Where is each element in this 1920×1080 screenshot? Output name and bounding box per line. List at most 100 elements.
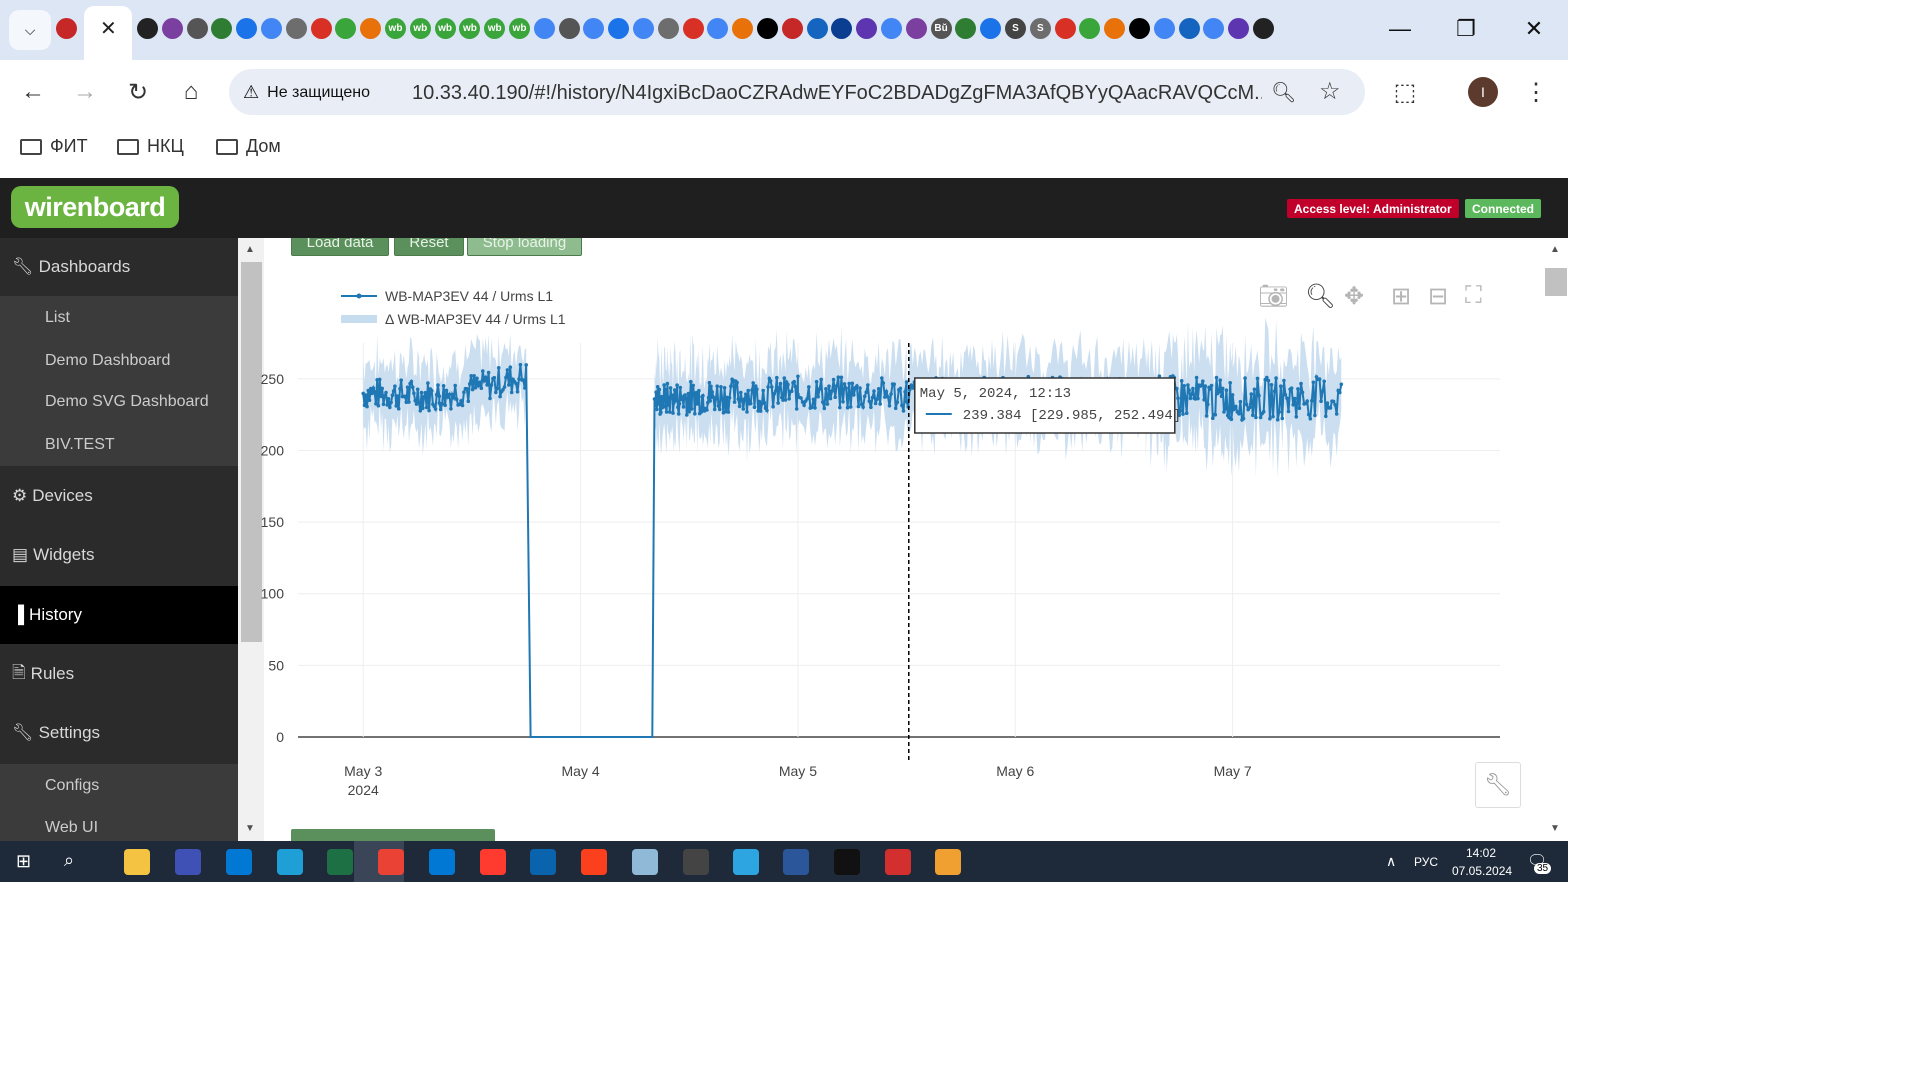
language-indicator[interactable]: РУС <box>1414 855 1438 869</box>
bookmark-folder-dom[interactable]: Дом <box>216 136 281 157</box>
tab-circle-icon[interactable] <box>186 18 208 39</box>
tab-close-icon[interactable] <box>137 18 158 39</box>
bookmark-star-icon[interactable]: ☆ <box>1319 77 1341 106</box>
bookmark-folder-nkc[interactable]: НКЦ <box>117 136 184 157</box>
reload-icon[interactable]: ↻ <box>122 76 154 108</box>
tab-cube-icon[interactable] <box>1178 18 1200 39</box>
windows-start-icon[interactable]: ⊞ <box>16 851 31 872</box>
tab-circle-icon[interactable] <box>757 18 778 39</box>
tab-aa-icon[interactable] <box>285 18 307 39</box>
tab-circle-icon[interactable] <box>335 18 357 39</box>
yandex-browser-icon[interactable] <box>480 849 506 875</box>
tab-plus-icon[interactable] <box>236 18 258 39</box>
profile-avatar[interactable]: I <box>1468 77 1498 107</box>
tab-favicon[interactable]: wb <box>484 18 506 39</box>
back-icon[interactable]: ← <box>17 76 49 108</box>
tab-book-icon[interactable] <box>856 18 878 39</box>
scrollbar-thumb[interactable] <box>1545 268 1567 296</box>
tab-favicon[interactable]: S <box>1005 18 1026 39</box>
tab-circle-icon[interactable] <box>657 18 679 39</box>
acrobat-icon[interactable] <box>885 849 911 875</box>
zoom-icon[interactable]: 🔍︎ <box>1271 80 1296 105</box>
tab-favicon[interactable]: S <box>1029 18 1051 39</box>
paint-icon[interactable] <box>935 849 961 875</box>
tab-circle-icon[interactable] <box>682 18 704 39</box>
raspberry-icon[interactable] <box>56 18 77 39</box>
tab-zotero-icon[interactable] <box>831 18 853 39</box>
sidebar-item-demo-svg-dashboard[interactable]: Demo SVG Dashboard <box>0 381 238 423</box>
security-indicator[interactable]: ⚠ Не защищено <box>243 82 370 103</box>
home-icon[interactable]: ⌂ <box>175 76 207 108</box>
tab-monitor-icon[interactable] <box>905 18 927 39</box>
close-icon[interactable]: ✕ <box>100 16 117 41</box>
tab-star-icon[interactable] <box>955 18 977 39</box>
tab-favicon[interactable]: wb <box>434 18 456 39</box>
tab-x-icon[interactable] <box>781 18 803 39</box>
tab-gear-icon[interactable] <box>310 18 332 39</box>
outlook-icon[interactable] <box>530 849 556 875</box>
search-icon[interactable]: ⌕ <box>64 850 74 871</box>
next-action-button[interactable] <box>291 829 495 841</box>
bookmark-folder-fit[interactable]: ФИТ <box>20 136 88 157</box>
tab-google-icon[interactable] <box>1203 18 1225 39</box>
tab-monitor-icon[interactable] <box>1104 18 1126 39</box>
sidebar-item-list[interactable]: List <box>0 297 238 339</box>
sidebar-item-dashboards[interactable]: 🔧︎ Dashboards <box>0 238 238 296</box>
7zip-icon[interactable] <box>834 849 860 875</box>
minimize-icon[interactable]: — <box>1380 14 1420 44</box>
sidebar-item-devices[interactable]: ⚙ Devices <box>0 467 238 525</box>
tab-google-icon[interactable] <box>633 18 654 39</box>
clock-date[interactable]: 07.05.2024 <box>1452 864 1512 878</box>
sidebar-item-configs[interactable]: Configs <box>0 765 238 807</box>
tab-diamond-icon[interactable] <box>1129 18 1150 39</box>
scroll-down-icon[interactable]: ▼ <box>1550 823 1560 834</box>
owl-icon[interactable] <box>683 849 709 875</box>
excel-icon[interactable] <box>327 849 353 875</box>
tab-favicon[interactable]: wb <box>385 18 406 39</box>
window-close-icon[interactable]: ✕ <box>1514 14 1554 44</box>
active-tab[interactable]: ✕ <box>84 6 132 60</box>
file-explorer-icon[interactable] <box>124 849 150 875</box>
tab-circle-icon[interactable] <box>558 18 580 39</box>
extensions-icon[interactable]: ⬚ <box>1389 76 1421 108</box>
sidebar-item-demo-dashboard[interactable]: Demo Dashboard <box>0 340 238 382</box>
sidebar-item-rules[interactable]: 🗎︎ Rules <box>0 645 238 703</box>
save-icon[interactable] <box>175 849 201 875</box>
store-icon[interactable] <box>226 849 252 875</box>
edge-icon[interactable] <box>277 849 303 875</box>
sidebar-item-web-ui[interactable]: Web UI <box>0 807 238 841</box>
tab-circle-icon[interactable] <box>608 18 630 39</box>
clock-time[interactable]: 14:02 <box>1466 846 1496 860</box>
tab-circle-icon[interactable] <box>806 18 828 39</box>
yandex-icon[interactable] <box>581 849 607 875</box>
sidebar-item-history[interactable]: ▐ History <box>0 586 238 644</box>
tab-plus-icon[interactable] <box>1228 18 1250 39</box>
tab-favicon[interactable]: wb <box>509 18 530 39</box>
telegram-icon[interactable] <box>733 849 759 875</box>
scroll-up-icon[interactable]: ▲ <box>1550 244 1560 255</box>
tab-google-icon[interactable] <box>881 18 902 39</box>
tab-gmail-icon[interactable] <box>360 18 382 39</box>
sidebar-item-biv-test[interactable]: BIV.TEST <box>0 424 238 466</box>
menu-dots-icon[interactable]: ⋮ <box>1520 76 1552 108</box>
tab-google-icon[interactable] <box>583 18 605 39</box>
forward-icon[interactable]: → <box>69 76 101 108</box>
tab-favicon[interactable]: Bŭ <box>930 18 952 39</box>
tab-favicon[interactable]: wb <box>409 18 431 39</box>
tab-diamond-icon[interactable] <box>1054 18 1076 39</box>
chart-settings-wrench-icon[interactable]: 🔧︎ <box>1475 762 1521 808</box>
tab-google-icon[interactable] <box>707 18 729 39</box>
new-tab-button[interactable]: + <box>1254 14 1269 45</box>
tab-circle-icon[interactable] <box>732 18 754 39</box>
sidebar-item-widgets[interactable]: ▤ Widgets <box>0 526 238 584</box>
tab-google-icon[interactable] <box>533 18 555 39</box>
word-icon[interactable] <box>783 849 809 875</box>
wirenboard-logo[interactable]: wirenboard <box>11 186 179 228</box>
chevron-up-icon[interactable]: ∧ <box>1386 853 1396 870</box>
restore-icon[interactable]: ❐ <box>1446 14 1486 44</box>
tab-x-icon[interactable] <box>161 18 183 39</box>
tab-cube-icon[interactable] <box>980 18 1002 39</box>
address-bar[interactable]: ⚠ Не защищено 10.33.40.190/#!/history/N4… <box>229 69 1365 115</box>
notes-icon[interactable] <box>632 849 658 875</box>
url-text[interactable]: 10.33.40.190/#!/history/N4IgxiBcDaoCZRAd… <box>412 82 1262 105</box>
